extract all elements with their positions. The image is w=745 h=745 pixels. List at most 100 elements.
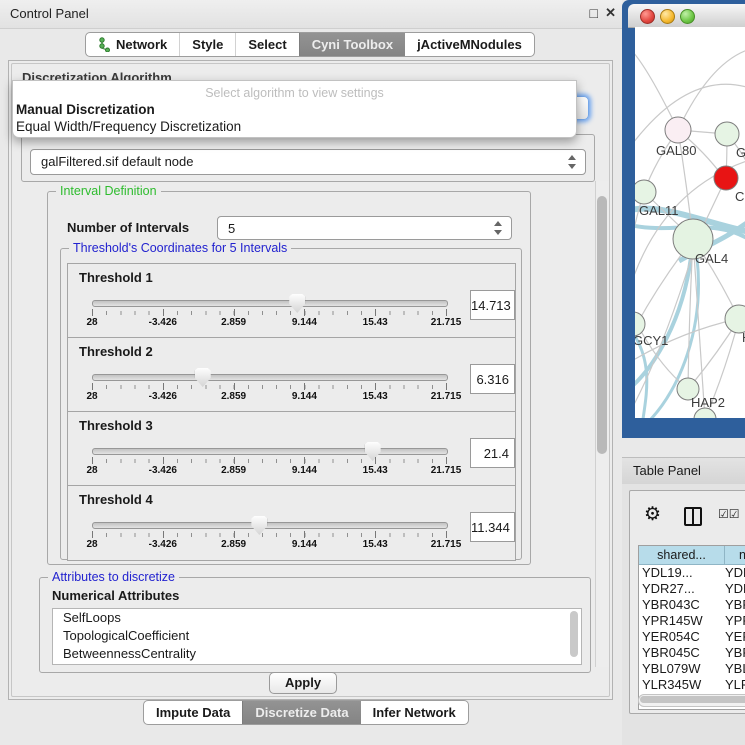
- table-panel-body: ⚙ ☑☑ shared... na YDL19... YDL1: [622, 484, 745, 745]
- table-row[interactable]: YDR27... YDR2: [639, 581, 745, 597]
- gear-icon[interactable]: ⚙: [644, 503, 661, 526]
- tab-select[interactable]: Select: [235, 33, 298, 56]
- threshold-2-slider[interactable]: [92, 374, 448, 381]
- threshold-3-label: Threshold 3: [79, 418, 153, 433]
- threshold-block-3: Threshold 3 -3.4262.8599.14415.4321.7152…: [67, 411, 516, 487]
- popup-option-manual-discretization[interactable]: Manual Discretization: [16, 102, 155, 117]
- slider-major-ticks: [92, 383, 446, 390]
- network-window: GAL80 GA C GAL11 GAL4 GCY1 H HAP2: [622, 0, 745, 438]
- table-container: ⚙ ☑☑ shared... na YDL19... YDL1: [629, 490, 745, 714]
- algorithm-dropdown-popup: Select algorithm to view settings Manual…: [12, 80, 577, 138]
- interval-definition-label: Interval Definition: [56, 184, 161, 198]
- threshold-4-value-field[interactable]: 11.344: [470, 512, 515, 542]
- threshold-block-2: Threshold 2 -3.4262.8599.14415.4321.7152…: [67, 337, 516, 413]
- threshold-3-value-field[interactable]: 21.4: [470, 438, 515, 468]
- node-label-gal80: GAL80: [656, 143, 696, 158]
- table-hscrollbar-thumb[interactable]: [640, 696, 745, 703]
- table-row[interactable]: YBR043C YBR0: [639, 597, 745, 613]
- tab-network[interactable]: Network: [86, 33, 179, 56]
- popup-option-equal-width[interactable]: Equal Width/Frequency Discretization: [16, 119, 241, 134]
- table-panel-titlebar: Table Panel: [622, 457, 745, 485]
- list-scrollbar[interactable]: [570, 611, 578, 657]
- slider-tick-labels: -3.4262.8599.14415.4321.71528: [92, 317, 446, 331]
- table-horizontal-scrollbar[interactable]: [638, 694, 745, 707]
- network-canvas[interactable]: GAL80 GA C GAL11 GAL4 GCY1 H HAP2: [635, 27, 745, 418]
- node-partial-top-right[interactable]: [715, 122, 739, 146]
- number-of-intervals-label: Number of Intervals: [67, 220, 189, 235]
- list-item[interactable]: BetweennessCentrality: [53, 645, 581, 663]
- table-row[interactable]: YLR345W YLR3: [639, 677, 745, 693]
- node-label-gal11: GAL11: [639, 203, 679, 218]
- slider-major-ticks: [92, 309, 446, 316]
- slider-major-ticks: [92, 531, 446, 538]
- threshold-block-4: Threshold 4 -3.4262.8599.14415.4321.7152…: [67, 485, 516, 561]
- node-table: shared... na YDL19... YDL1 YDR27... YDR2: [638, 545, 745, 710]
- table-data-combobox[interactable]: galFiltered.sif default node: [30, 149, 586, 175]
- table-row[interactable]: YBL079W YBL0: [639, 661, 745, 677]
- table-row[interactable]: YDL19... YDL1: [639, 565, 745, 581]
- tab-cyni-toolbox[interactable]: Cyni Toolbox: [299, 33, 405, 56]
- float-window-icon[interactable]: □: [590, 5, 598, 21]
- threshold-block-1: Threshold 1 -3.4262.8599.14415.4321.7152…: [67, 263, 516, 339]
- table-data-group: Table Data galFiltered.sif default node: [21, 134, 595, 182]
- cyni-bottom-tabs: Impute Data Discretize Data Infer Networ…: [143, 700, 469, 725]
- tab-infer-network[interactable]: Infer Network: [361, 701, 468, 724]
- numerical-attributes-list[interactable]: SelfLoopsTopologicalCoefficientBetweenne…: [52, 608, 582, 665]
- thresholds-group-label: Threshold's Coordinates for 5 Intervals: [69, 241, 291, 255]
- close-icon[interactable]: ✕: [605, 5, 616, 21]
- node-label-hap2: HAP2: [691, 395, 725, 410]
- column-header-shared-name[interactable]: shared...: [639, 546, 725, 564]
- columns-icon[interactable]: [684, 507, 702, 526]
- slider-tick-labels: -3.4262.8599.14415.4321.71528: [92, 391, 446, 405]
- network-window-titlebar: [628, 4, 745, 28]
- slider-major-ticks: [92, 457, 446, 464]
- combo-stepper-icon: [493, 221, 502, 235]
- threshold-1-slider[interactable]: [92, 300, 448, 307]
- network-graph: GAL80 GA C GAL11 GAL4 GCY1 H HAP2: [635, 27, 745, 418]
- threshold-4-label: Threshold 4: [79, 492, 153, 507]
- node-label-partial-ga: GA: [736, 145, 745, 160]
- minimize-traffic-light-icon[interactable]: [660, 9, 675, 24]
- control-panel-titlebar: Control Panel □ ✕: [0, 0, 622, 29]
- table-panel-title: Table Panel: [633, 463, 701, 478]
- select-checkboxes-icon[interactable]: ☑☑: [718, 507, 740, 521]
- cyni-toolbox-panel: Table Data galFiltered.sif default node …: [8, 60, 613, 700]
- number-of-intervals-combobox[interactable]: 5: [217, 216, 512, 240]
- apply-button[interactable]: Apply: [269, 672, 337, 694]
- close-traffic-light-icon[interactable]: [640, 9, 655, 24]
- list-item[interactable]: SelfLoops: [53, 609, 581, 627]
- panel-title: Control Panel: [10, 6, 89, 21]
- list-item[interactable]: TopologicalCoefficient: [53, 627, 581, 645]
- tab-style[interactable]: Style: [179, 33, 235, 56]
- slider-tick-labels: -3.4262.8599.14415.4321.71528: [92, 539, 446, 553]
- table-row[interactable]: YPR145W YPR1: [639, 613, 745, 629]
- tab-impute-data[interactable]: Impute Data: [144, 701, 242, 724]
- node-label-gal4: GAL4: [695, 251, 728, 266]
- network-icon: [98, 37, 111, 52]
- tab-jactivemnodules[interactable]: jActiveMNodules: [405, 33, 534, 56]
- threshold-3-slider[interactable]: [92, 448, 448, 455]
- threshold-2-value-field[interactable]: 6.316: [470, 364, 515, 394]
- column-header-name[interactable]: na: [725, 546, 745, 564]
- tab-discretize-data[interactable]: Discretize Data: [242, 701, 360, 724]
- zoom-traffic-light-icon[interactable]: [680, 9, 695, 24]
- panel-scrollbar-thumb[interactable]: [597, 196, 607, 454]
- popup-hint: Select algorithm to view settings: [13, 86, 576, 100]
- threshold-4-slider[interactable]: [92, 522, 448, 529]
- node-label-partial-c: C: [735, 189, 744, 204]
- screen: Control Panel □ ✕ Network Style Select C…: [0, 0, 745, 745]
- node-label-gcy1: GCY1: [635, 333, 668, 348]
- slider-tick-labels: -3.4262.8599.14415.4321.71528: [92, 465, 446, 479]
- threshold-1-value-field[interactable]: 14.713: [470, 290, 515, 320]
- combo-stepper-icon: [567, 155, 576, 169]
- table-row[interactable]: YER054C YER0: [639, 629, 745, 645]
- control-panel-tabs: Network Style Select Cyni Toolbox jActiv…: [85, 32, 535, 57]
- node-red-selected[interactable]: [714, 166, 738, 190]
- node-gal11[interactable]: [635, 180, 656, 204]
- node-partial-right[interactable]: [725, 305, 745, 333]
- table-row[interactable]: YBR045C YBR0: [639, 645, 745, 661]
- panel-scrollbar[interactable]: [595, 181, 609, 667]
- numerical-attributes-label: Numerical Attributes: [52, 588, 179, 603]
- node-gal80[interactable]: [665, 117, 691, 143]
- threshold-2-label: Threshold 2: [79, 344, 153, 359]
